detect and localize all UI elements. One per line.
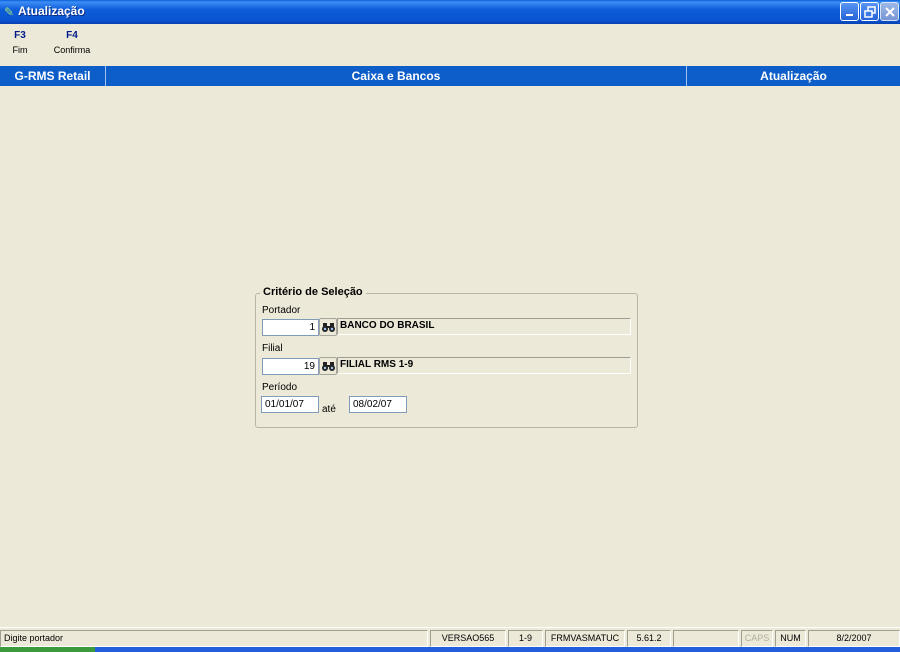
screen-name: Atualização: [760, 69, 827, 83]
minimize-button[interactable]: [840, 2, 859, 21]
title-bar[interactable]: ✎ Atualização: [0, 0, 900, 24]
confirma-label: Confirma: [53, 45, 91, 55]
toolbar: F3 Fim F4 Confirma: [0, 24, 900, 66]
status-branch: 1-9: [508, 630, 543, 647]
restore-button[interactable]: [860, 2, 879, 21]
portador-code-input[interactable]: 1: [262, 319, 319, 336]
close-button[interactable]: [880, 2, 899, 21]
status-message: Digite portador: [0, 630, 428, 647]
fim-label: Fim: [12, 45, 28, 55]
periodo-separator: até: [322, 404, 336, 415]
filial-code-input[interactable]: 19: [262, 358, 319, 375]
minimize-icon: [846, 14, 853, 16]
close-icon: [885, 7, 895, 17]
periodo-to-input[interactable]: 08/02/07: [349, 396, 407, 413]
portador-lookup-button[interactable]: [319, 318, 337, 336]
fim-button[interactable]: F3 Fim: [8, 30, 32, 55]
periodo-label: Período: [262, 382, 298, 393]
filial-label: Filial: [262, 343, 283, 354]
restore-icon: [864, 6, 876, 18]
status-build: 5.61.2: [627, 630, 671, 647]
group-title: Critério de Seleção: [260, 286, 366, 298]
status-caps: CAPS: [741, 630, 773, 647]
status-bar: Digite portador VERSAO565 1-9 FRMVASMATU…: [0, 627, 900, 647]
binoculars-icon: [322, 323, 335, 332]
status-num: NUM: [775, 630, 806, 647]
module-name: Caixa e Bancos: [351, 69, 441, 83]
status-blank: [673, 630, 739, 647]
status-date: 8/2/2007: [808, 630, 900, 647]
portador-description: BANCO DO BRASIL: [337, 318, 631, 335]
header-band: G-RMS Retail Caixa e Bancos Atualização: [0, 66, 900, 86]
filial-lookup-button[interactable]: [319, 357, 337, 375]
confirma-key: F4: [66, 30, 78, 41]
app-icon: ✎: [4, 5, 15, 19]
portador-label: Portador: [262, 305, 301, 316]
status-version: VERSAO565: [430, 630, 506, 647]
status-form: FRMVASMATUC: [545, 630, 625, 647]
periodo-from-input[interactable]: 01/01/07: [261, 396, 319, 413]
confirma-button[interactable]: F4 Confirma: [50, 30, 94, 55]
filial-description: FILIAL RMS 1-9: [337, 357, 631, 374]
taskbar: [0, 647, 900, 652]
fim-key: F3: [14, 30, 26, 41]
binoculars-icon: [322, 362, 335, 371]
window-title: Atualização: [18, 4, 85, 18]
app-name: G-RMS Retail: [14, 69, 91, 83]
start-button[interactable]: [0, 647, 95, 652]
